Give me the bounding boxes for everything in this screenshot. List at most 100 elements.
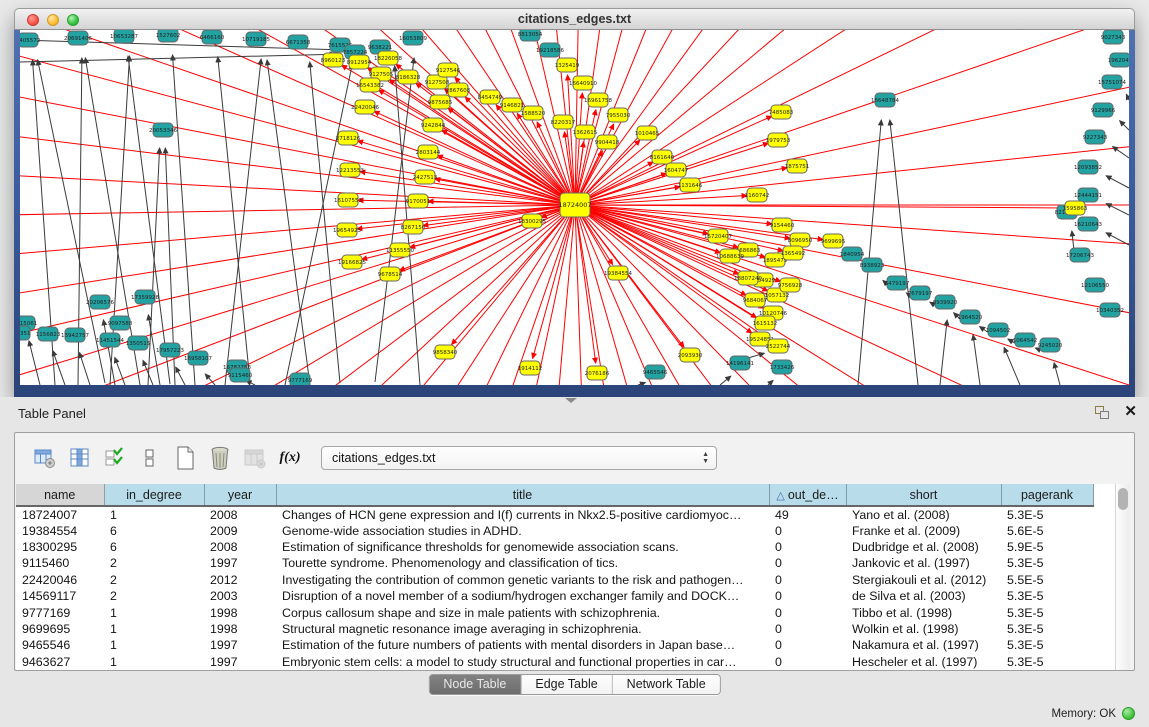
- table-cell[interactable]: 0: [769, 621, 846, 637]
- network-node[interactable]: 9678514: [378, 267, 403, 281]
- network-node[interactable]: 16543382: [356, 78, 384, 92]
- table-cell[interactable]: 6: [104, 539, 204, 555]
- network-node[interactable]: 17957223: [156, 343, 184, 357]
- network-node[interactable]: 1131646: [678, 178, 703, 192]
- network-node[interactable]: 6466160: [200, 30, 225, 44]
- table-row[interactable]: 1938455462009Genome-wide association stu…: [16, 522, 1093, 538]
- table-row[interactable]: 946362711997Embryonic stem cells: a mode…: [16, 654, 1093, 670]
- network-node[interactable]: 9904418: [595, 135, 620, 149]
- table-cell[interactable]: 1998: [204, 621, 276, 637]
- network-node[interactable]: 9405572: [20, 33, 40, 47]
- tab-node-table[interactable]: Node Table: [429, 675, 521, 694]
- network-node[interactable]: 1325419: [555, 58, 580, 72]
- network-node[interactable]: 1840954: [840, 247, 865, 261]
- network-node[interactable]: 1010465: [635, 126, 660, 140]
- table-cell[interactable]: Nakamura et al. (1997): [846, 637, 1001, 653]
- network-node[interactable]: 8220317: [551, 115, 576, 129]
- network-node[interactable]: 15751074: [1098, 75, 1126, 89]
- table-cell[interactable]: 1: [104, 637, 204, 653]
- network-node[interactable]: 1362615: [573, 125, 598, 139]
- network-node[interactable]: 18226058: [374, 51, 402, 65]
- network-node[interactable]: 15720407: [704, 229, 732, 243]
- network-node[interactable]: 1350515: [126, 336, 151, 350]
- network-node[interactable]: 12444151: [1074, 188, 1102, 202]
- network-node[interactable]: 8454749: [478, 90, 503, 104]
- table-cell[interactable]: 49: [769, 506, 846, 522]
- window-titlebar[interactable]: citations_edges.txt: [14, 8, 1135, 30]
- table-cell[interactable]: 5.3E-5: [1001, 637, 1093, 653]
- table-cell[interactable]: 0: [769, 522, 846, 538]
- network-node[interactable]: 13942757: [61, 328, 89, 342]
- table-scrollbar-thumb[interactable]: [1118, 488, 1128, 510]
- table-cell[interactable]: Corpus callosum shape and size in male p…: [276, 604, 769, 620]
- table-cell[interactable]: Genome-wide association studies in ADHD.: [276, 522, 769, 538]
- column-header-year[interactable]: year: [204, 484, 276, 506]
- network-node[interactable]: 9227343: [1083, 130, 1108, 144]
- network-node[interactable]: 8096950: [788, 233, 813, 247]
- select-columns-icon[interactable]: [101, 444, 129, 472]
- table-row[interactable]: 2242004622012Investigating the contribut…: [16, 572, 1093, 588]
- network-hub-node[interactable]: 18724007: [558, 193, 591, 217]
- table-cell[interactable]: Franke et al. (2009): [846, 522, 1001, 538]
- table-cell[interactable]: Changes of HCN gene expression and I(f) …: [276, 506, 769, 522]
- network-node[interactable]: 9129966: [1091, 103, 1116, 117]
- table-cell[interactable]: 2: [104, 572, 204, 588]
- panel-resize-handle[interactable]: [565, 398, 577, 403]
- network-node[interactable]: 9756928: [778, 278, 803, 292]
- table-cell[interactable]: 5.6E-5: [1001, 522, 1093, 538]
- network-node[interactable]: 9875685: [428, 95, 453, 109]
- network-node[interactable]: 1604747: [664, 163, 689, 177]
- network-node[interactable]: 20053346: [149, 123, 177, 137]
- table-cell[interactable]: 1: [104, 506, 204, 522]
- network-node[interactable]: 16961758: [584, 93, 612, 107]
- network-node[interactable]: 2522744: [766, 339, 791, 353]
- table-cell[interactable]: 5.3E-5: [1001, 604, 1093, 620]
- network-node[interactable]: 1094502: [986, 323, 1011, 337]
- table-cell[interactable]: 2009: [204, 522, 276, 538]
- network-node[interactable]: 2803144: [416, 145, 441, 159]
- table-cell[interactable]: 9777169: [16, 604, 104, 620]
- network-node[interactable]: 9777169: [288, 373, 313, 385]
- network-node[interactable]: 1979753: [766, 133, 791, 147]
- network-canvas[interactable]: 9405572206914061065328715276026466160107…: [20, 30, 1129, 385]
- table-cell[interactable]: Estimation of the future numbers of pati…: [276, 637, 769, 653]
- table-cell[interactable]: 0: [769, 654, 846, 670]
- table-row[interactable]: 911546021997Tourette syndrome. Phenomeno…: [16, 555, 1093, 571]
- network-node[interactable]: 8960123: [321, 53, 346, 67]
- network-node[interactable]: 19218586: [536, 43, 564, 57]
- table-settings-icon[interactable]: [31, 444, 59, 472]
- table-cell[interactable]: Investigating the contribution of common…: [276, 572, 769, 588]
- table-cell[interactable]: 5.3E-5: [1001, 621, 1093, 637]
- table-cell[interactable]: 0: [769, 555, 846, 571]
- network-node[interactable]: 1733426: [770, 360, 795, 374]
- network-node[interactable]: 9245020: [1038, 338, 1063, 352]
- network-node[interactable]: 9027343: [1101, 30, 1126, 44]
- column-header-short[interactable]: short: [846, 484, 1001, 506]
- network-node[interactable]: 16053809: [399, 31, 427, 45]
- network-node[interactable]: 16210643: [1074, 217, 1102, 231]
- network-node[interactable]: 1914112: [518, 361, 543, 375]
- network-node[interactable]: 991351: [20, 326, 31, 340]
- network-node[interactable]: 10653287: [110, 30, 138, 43]
- table-cell[interactable]: 2003: [204, 588, 276, 604]
- new-table-icon[interactable]: [171, 444, 199, 472]
- table-cell[interactable]: 1: [104, 604, 204, 620]
- network-node[interactable]: 9146821: [500, 98, 525, 112]
- table-cell[interactable]: Disruption of a novel member of a sodium…: [276, 588, 769, 604]
- table-cell[interactable]: Hescheler et al. (1997): [846, 654, 1001, 670]
- table-cell[interactable]: Estimation of significance thresholds fo…: [276, 539, 769, 555]
- network-node[interactable]: 1964520: [958, 310, 983, 324]
- table-cell[interactable]: 0: [769, 604, 846, 620]
- network-node[interactable]: 20691406: [64, 31, 92, 45]
- table-cell[interactable]: 9463627: [16, 654, 104, 670]
- table-cell[interactable]: 1997: [204, 555, 276, 571]
- network-node[interactable]: 7679197: [908, 286, 933, 300]
- table-cell[interactable]: 0: [769, 572, 846, 588]
- table-cell[interactable]: 18300295: [16, 539, 104, 555]
- table-cell[interactable]: 19384554: [16, 522, 104, 538]
- table-cell[interactable]: Embryonic stem cells: a model to study s…: [276, 654, 769, 670]
- network-node[interactable]: 9858340: [433, 345, 458, 359]
- network-node[interactable]: 8161640: [650, 150, 675, 164]
- network-node[interactable]: 19654923: [333, 223, 361, 237]
- table-cell[interactable]: 5.3E-5: [1001, 555, 1093, 571]
